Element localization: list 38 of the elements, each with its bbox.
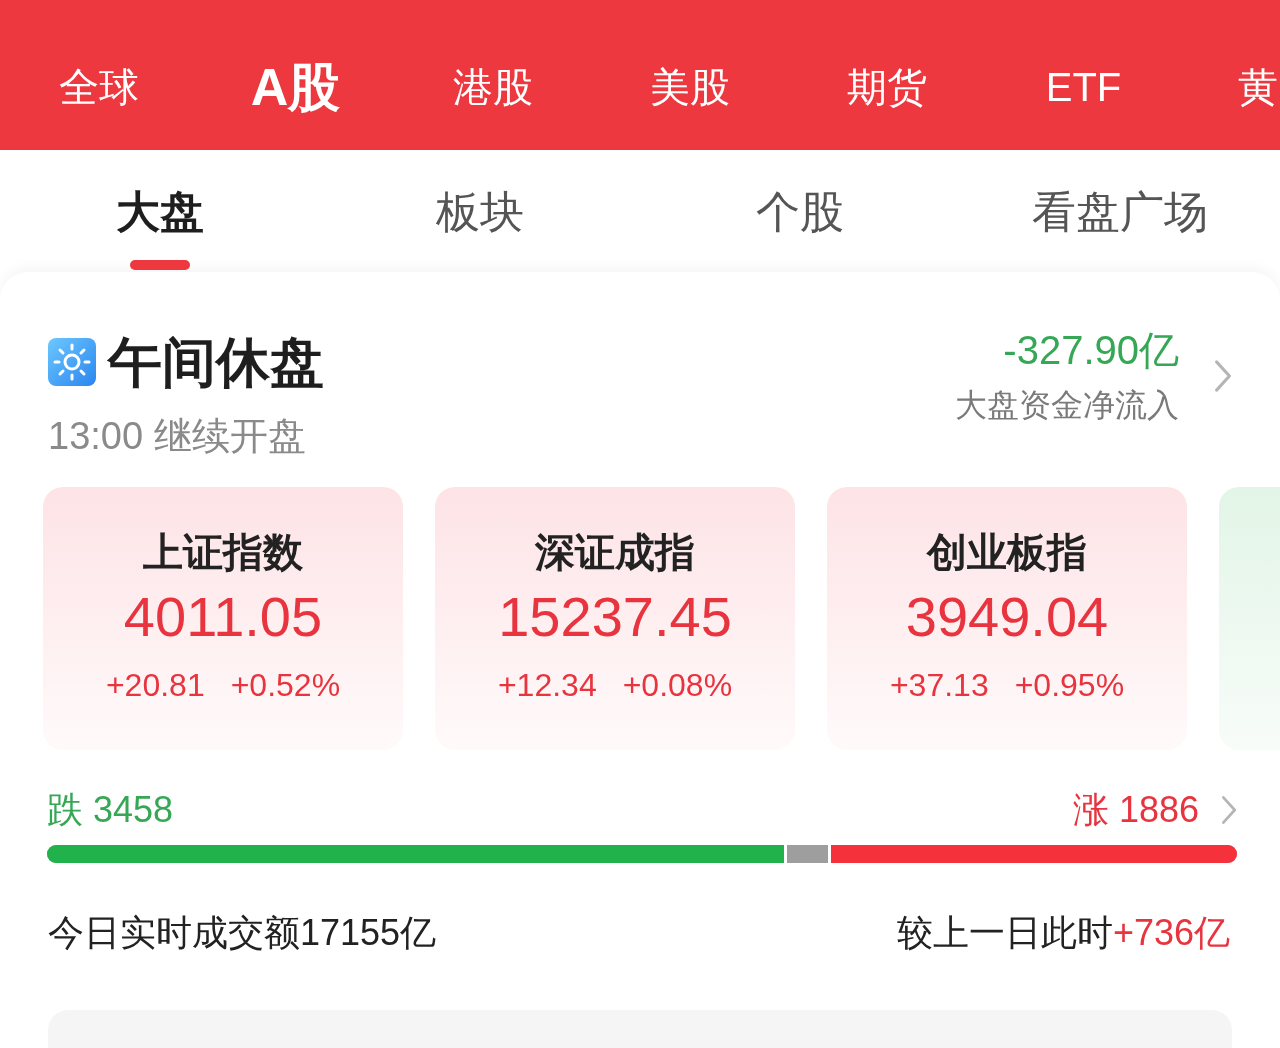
sub-tab[interactable]: 板块 [436,190,524,272]
chevron-right-icon[interactable] [1221,795,1237,825]
sun-icon [48,338,96,386]
index-change: +37.13 [889,669,989,701]
turnover-text: 今日实时成交额17155亿 [48,915,437,951]
market-tab[interactable]: 黄 [1238,67,1278,107]
market-tab[interactable]: A股 [197,61,394,113]
falling-count: 跌 3458 [47,792,174,828]
index-percent: +0.95% [1014,669,1125,701]
market-tab[interactable]: 美股 [591,67,788,107]
sub-tab[interactable]: 个股 [756,190,844,272]
fund-flow-label: 大盘资金净流入 [955,389,1179,421]
index-card[interactable]: 创业板指 3949.04 +37.13 +0.95% [827,487,1187,750]
sub-tab[interactable]: 看盘广场 [1032,190,1208,272]
index-card[interactable]: 深证成指 15237.45 +12.34 +0.08% [435,487,795,750]
index-name: 上证指数 [143,532,303,572]
compare-label: 较上一日此时 [896,915,1113,951]
chevron-right-icon[interactable] [1214,358,1232,393]
market-tab[interactable]: ETF [985,67,1182,107]
index-value: 3949.04 [905,589,1109,645]
sub-tab[interactable]: 大盘 [116,190,204,272]
fund-flow-value: -327.90亿 [1003,330,1179,370]
market-tab[interactable]: 全球 [0,67,197,107]
index-name: 深证成指 [535,532,695,572]
index-name: 创业板指 [927,532,1087,572]
index-percent: +0.52% [230,669,341,701]
market-tab[interactable]: 期货 [788,67,985,107]
index-value: 15237.45 [498,589,732,645]
index-card[interactable]: 上证指数 4011.05 +20.81 +0.52% [43,487,403,750]
index-value: 4011.05 [123,589,323,645]
index-percent: +0.08% [622,669,733,701]
session-title: 午间休盘 [108,335,324,389]
compare-value: +736亿 [1112,915,1230,951]
session-subtitle: 13:00 继续开盘 [48,417,307,455]
rising-count: 涨 1886 [1072,792,1199,828]
market-tab[interactable]: 港股 [394,67,591,107]
index-change: +12.34 [497,669,597,701]
index-change: +20.81 [105,669,205,701]
